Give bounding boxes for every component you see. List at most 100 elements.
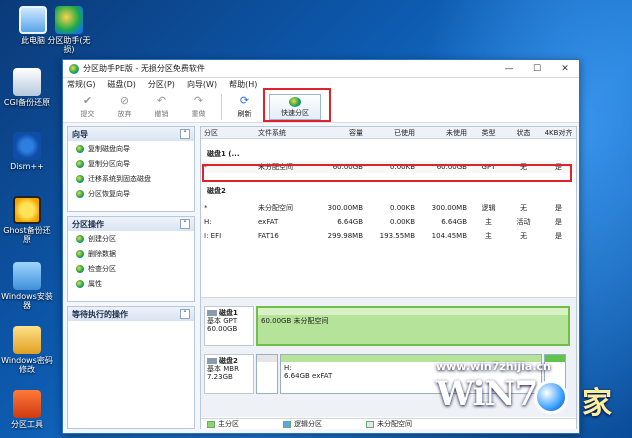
watermark-logo: WiN7 <box>436 374 538 414</box>
cell: FAT16 <box>258 232 279 240</box>
commit-button[interactable]: ✔ 提交 <box>69 93 106 119</box>
wizard-migrate-ssd[interactable]: 迁移系统到固态磁盘 <box>68 171 194 186</box>
cell: 未分配空间 <box>258 204 293 212</box>
minimize-button[interactable]: — <box>495 60 523 78</box>
table-row[interactable]: * 未分配空间 60.00GB 0.00KB 60.00GB GPT 无 是 <box>201 161 576 173</box>
wizard-header[interactable]: 向导 ˄ <box>68 127 194 141</box>
gear-icon <box>13 132 41 160</box>
migrate-icon <box>76 174 84 183</box>
legend-label: 主分区 <box>218 420 239 428</box>
table-row[interactable]: I: EFI FAT16 299.98MB 193.55MB 104.45MB … <box>201 230 576 242</box>
site-watermark: www.win7zhijia.cn WiN7 家 <box>422 360 632 430</box>
partition-ops-section: 分区操作 ˄ 创建分区 删除数据 检查分区 属性 <box>67 216 195 302</box>
properties-icon <box>76 279 84 288</box>
menu-disk[interactable]: 磁盘(D) <box>107 79 135 90</box>
desktop-icon-dism[interactable]: Dism++ <box>0 132 54 171</box>
cell: 活动 <box>516 218 531 226</box>
refresh-button[interactable]: ⟳ 刷新 <box>226 94 263 119</box>
table-header: 分区 文件系统 容量 已使用 未使用 类型 状态 4KB对齐 <box>201 127 576 139</box>
menu-wizard[interactable]: 向导(W) <box>187 79 217 90</box>
watermark-url: www.win7zhijia.cn <box>436 360 551 373</box>
desktop-icon-ghost[interactable]: Ghost备份还原 <box>0 196 54 244</box>
undo-icon: ↶ <box>156 93 167 107</box>
op-wipe-data[interactable]: 删除数据 <box>68 246 194 261</box>
check-partition-icon <box>76 264 84 273</box>
disk2-label[interactable]: 磁盘2 <box>201 184 576 198</box>
desktop-icon-cgi[interactable]: CGI备份还原 <box>0 68 54 107</box>
cell: GPT <box>481 163 496 171</box>
wizard-partition-recovery[interactable]: 分区恢复向导 <box>68 186 194 201</box>
menu-general[interactable]: 常规(G) <box>67 79 95 90</box>
refresh-label: 刷新 <box>237 109 252 118</box>
cell: 主 <box>485 218 492 226</box>
title-bar[interactable]: 分区助手PE版 - 无损分区免费软件 — ☐ ✕ <box>63 60 579 78</box>
col-filesystem[interactable]: 文件系统 <box>255 128 319 138</box>
op-check-partition[interactable]: 检查分区 <box>68 261 194 276</box>
disk2-unallocated-block[interactable] <box>256 354 278 394</box>
cell: 是 <box>555 232 562 240</box>
commit-label: 提交 <box>80 109 95 118</box>
menu-partition[interactable]: 分区(P) <box>148 79 175 90</box>
discard-label: 放弃 <box>117 109 132 118</box>
checkmark-icon: ✔ <box>82 93 93 107</box>
watermark-ball-icon <box>534 380 568 414</box>
cell: 104.45MB <box>431 232 467 240</box>
discard-button[interactable]: ⊘ 放弃 <box>106 94 143 119</box>
col-capacity[interactable]: 容量 <box>319 128 365 138</box>
table-row[interactable]: H: exFAT 6.64GB 0.00KB 6.64GB 主 活动 是 <box>201 216 576 228</box>
desktop-icon-label: Windows密码修改 <box>1 356 53 374</box>
desktop-icon-label: 分区助手(无损) <box>47 36 91 54</box>
col-used[interactable]: 已使用 <box>365 128 417 138</box>
desktop-icon-windows-password[interactable]: Windows密码修改 <box>0 326 54 374</box>
quick-partition-button[interactable]: 快速分区 <box>269 93 321 120</box>
wizard-copy-partition[interactable]: 复制分区向导 <box>68 156 194 171</box>
disk2-map-info[interactable]: 磁盘2 基本 MBR 7.23GB <box>204 354 254 394</box>
undo-label: 撤销 <box>154 109 169 118</box>
quick-partition-label: 快速分区 <box>281 108 309 117</box>
cell: * <box>204 204 208 212</box>
desktop-icon-windows-setup[interactable]: Windows安装器 <box>0 262 54 310</box>
smile-icon <box>13 196 41 224</box>
table-row[interactable]: * 未分配空间 300.00MB 0.00KB 300.00MB 逻辑 无 是 <box>201 202 576 214</box>
cell: 无 <box>520 163 527 171</box>
close-button[interactable]: ✕ <box>551 60 579 78</box>
cell: H: <box>204 218 212 226</box>
col-type[interactable]: 类型 <box>469 128 505 138</box>
disk-size: 7.23GB <box>207 373 233 381</box>
disk-type: 基本 MBR <box>207 365 239 373</box>
collapse-icon[interactable]: ˄ <box>180 309 190 319</box>
quick-partition-icon <box>289 96 301 107</box>
key-icon <box>13 326 41 354</box>
cell: 6.64GB <box>337 218 363 226</box>
wizard-title: 向导 <box>72 129 88 139</box>
collapse-icon[interactable]: ˄ <box>180 129 190 139</box>
col-unused[interactable]: 未使用 <box>417 128 469 138</box>
ghost-icon <box>13 68 41 96</box>
collapse-icon[interactable]: ˄ <box>180 219 190 229</box>
op-properties[interactable]: 属性 <box>68 276 194 291</box>
cell: 60.00GB <box>332 163 363 171</box>
menu-help[interactable]: 帮助(H) <box>229 79 257 90</box>
desktop-icon-partition-tool[interactable]: 分区工具 <box>0 390 54 429</box>
cell: 0.00KB <box>390 163 415 171</box>
hard-disk-icon <box>207 358 217 364</box>
usage-bar <box>257 355 277 362</box>
redo-label: 重做 <box>191 109 206 118</box>
wizard-copy-disk[interactable]: 复制磁盘向导 <box>68 141 194 156</box>
pending-ops-header[interactable]: 等待执行的操作 ˄ <box>68 307 194 321</box>
op-create-partition[interactable]: 创建分区 <box>68 231 194 246</box>
col-status[interactable]: 状态 <box>505 128 539 138</box>
col-partition[interactable]: 分区 <box>201 128 255 138</box>
col-4k-align[interactable]: 4KB对齐 <box>539 128 575 138</box>
redo-button[interactable]: ↷ 重做 <box>180 94 217 119</box>
disk-name: 磁盘2 <box>219 357 238 365</box>
partition-ops-header[interactable]: 分区操作 ˄ <box>68 217 194 231</box>
desktop-icon-label: Windows安装器 <box>1 292 53 310</box>
undo-button[interactable]: ↶ 撤销 <box>143 93 180 119</box>
pending-ops-section: 等待执行的操作 ˄ <box>67 306 195 429</box>
disk1-unallocated-block[interactable]: 60.00GB 未分配空间 <box>256 306 570 346</box>
disk1-map-info[interactable]: 磁盘1 基本 GPT 60.00GB <box>204 306 254 346</box>
desktop-icon-partition-assistant[interactable]: 分区助手(无损) <box>42 6 96 54</box>
disk1-label[interactable]: 磁盘1 (... <box>201 147 576 161</box>
maximize-button[interactable]: ☐ <box>523 60 551 78</box>
